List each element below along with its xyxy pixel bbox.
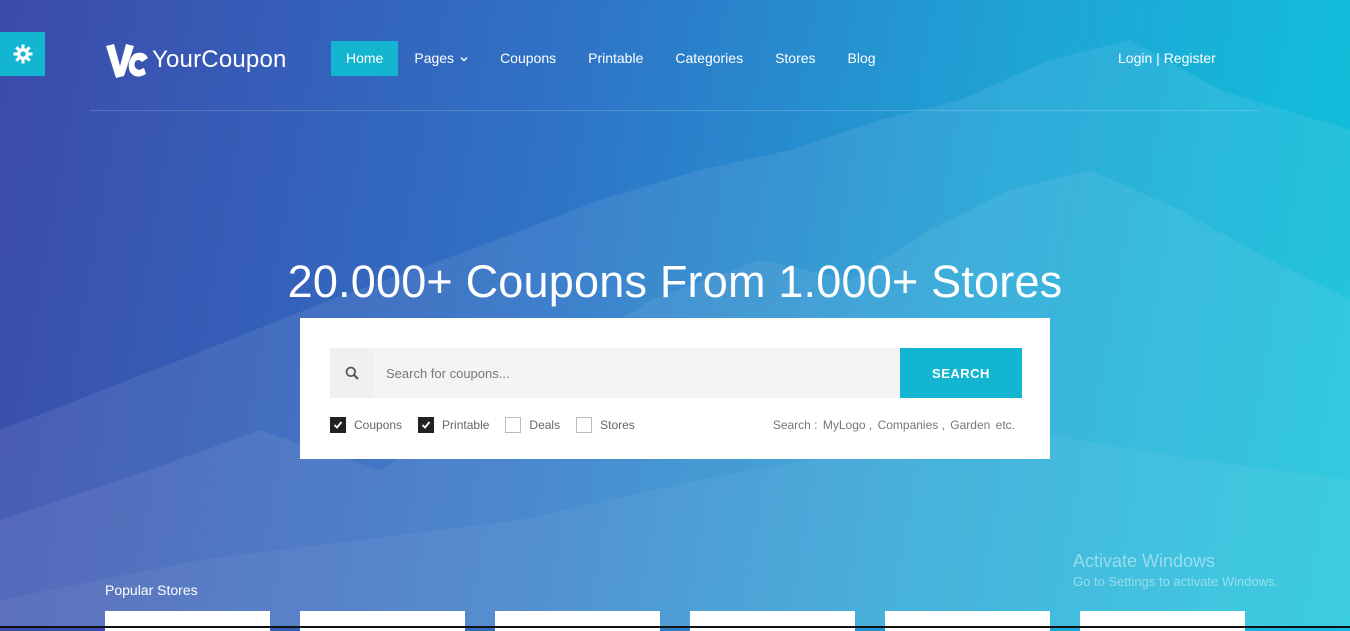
hint-link[interactable]: Garden [950, 418, 990, 432]
hint-etc: etc. [995, 418, 1015, 432]
auth-links: Login | Register [1118, 41, 1216, 76]
header-divider [90, 110, 1260, 111]
search-button[interactable]: SEARCH [900, 348, 1022, 398]
filter-printable[interactable]: Printable [418, 417, 489, 433]
nav-categories[interactable]: Categories [659, 41, 759, 76]
filter-stores[interactable]: Stores [576, 417, 635, 433]
filter-deals[interactable]: Deals [505, 417, 560, 433]
filter-label: Coupons [354, 418, 403, 432]
store-card[interactable] [1080, 611, 1245, 631]
nav-home[interactable]: Home [331, 41, 399, 76]
popular-stores-title: Popular Stores [105, 582, 198, 598]
svg-text:YC: YC [104, 40, 126, 44]
check-icon [421, 421, 431, 429]
search-icon [345, 366, 359, 380]
gear-icon [13, 44, 32, 64]
search-card: SEARCH Coupons Printable Deals Stores Se… [300, 318, 1050, 459]
search-input[interactable] [374, 348, 900, 398]
coupons-checkbox[interactable] [330, 417, 346, 433]
auth-separator: | [1156, 50, 1160, 66]
watermark-line-2: Go to Settings to activate Windows. [1073, 574, 1279, 589]
check-icon [333, 421, 343, 429]
nav-pages[interactable]: Pages [398, 41, 484, 76]
store-card[interactable] [105, 611, 270, 631]
brand-logo[interactable]: YC YourCoupon [104, 40, 287, 80]
hint-link[interactable]: MyLogo , [823, 418, 872, 432]
main-nav: Home Pages Coupons Printable Categories … [331, 41, 892, 76]
filter-label: Deals [529, 418, 561, 432]
hint-link[interactable]: Companies , [878, 418, 945, 432]
hero-title: 20.000+ Coupons From 1.000+ Stores [287, 256, 1063, 308]
background-mountain [0, 40, 1350, 628]
brand-name: YourCoupon [152, 46, 287, 73]
filter-coupons[interactable]: Coupons [330, 417, 402, 433]
printable-checkbox[interactable] [418, 417, 435, 433]
nav-coupons[interactable]: Coupons [484, 41, 572, 76]
deals-checkbox[interactable] [505, 417, 522, 433]
nav-stores[interactable]: Stores [759, 41, 831, 76]
store-card[interactable] [495, 611, 660, 631]
search-hints: Search : MyLogo , Companies , Garden etc… [773, 418, 1017, 432]
search-row: SEARCH [330, 348, 1022, 398]
stores-checkbox[interactable] [576, 417, 593, 433]
search-icon-box [330, 348, 374, 398]
nav-printable[interactable]: Printable [572, 41, 659, 76]
chevron-down-icon [460, 56, 468, 61]
store-card[interactable] [690, 611, 855, 631]
login-link[interactable]: Login [1118, 41, 1152, 76]
nav-blog[interactable]: Blog [832, 41, 892, 76]
filter-label: Stores [600, 418, 635, 432]
windows-activation-watermark: Activate Windows Go to Settings to activ… [1073, 551, 1278, 589]
filter-label: Printable [442, 418, 490, 432]
nav-pages-label: Pages [414, 50, 455, 66]
register-link[interactable]: Register [1164, 41, 1216, 76]
hint-prefix: Search : [772, 418, 818, 432]
logo-mark: YC [104, 40, 148, 78]
store-card[interactable] [885, 611, 1050, 631]
search-filters: Coupons Printable Deals Stores [330, 417, 651, 433]
settings-toggle-button[interactable] [0, 32, 45, 76]
watermark-line-1: Activate Windows [1073, 551, 1216, 571]
store-card[interactable] [300, 611, 465, 631]
